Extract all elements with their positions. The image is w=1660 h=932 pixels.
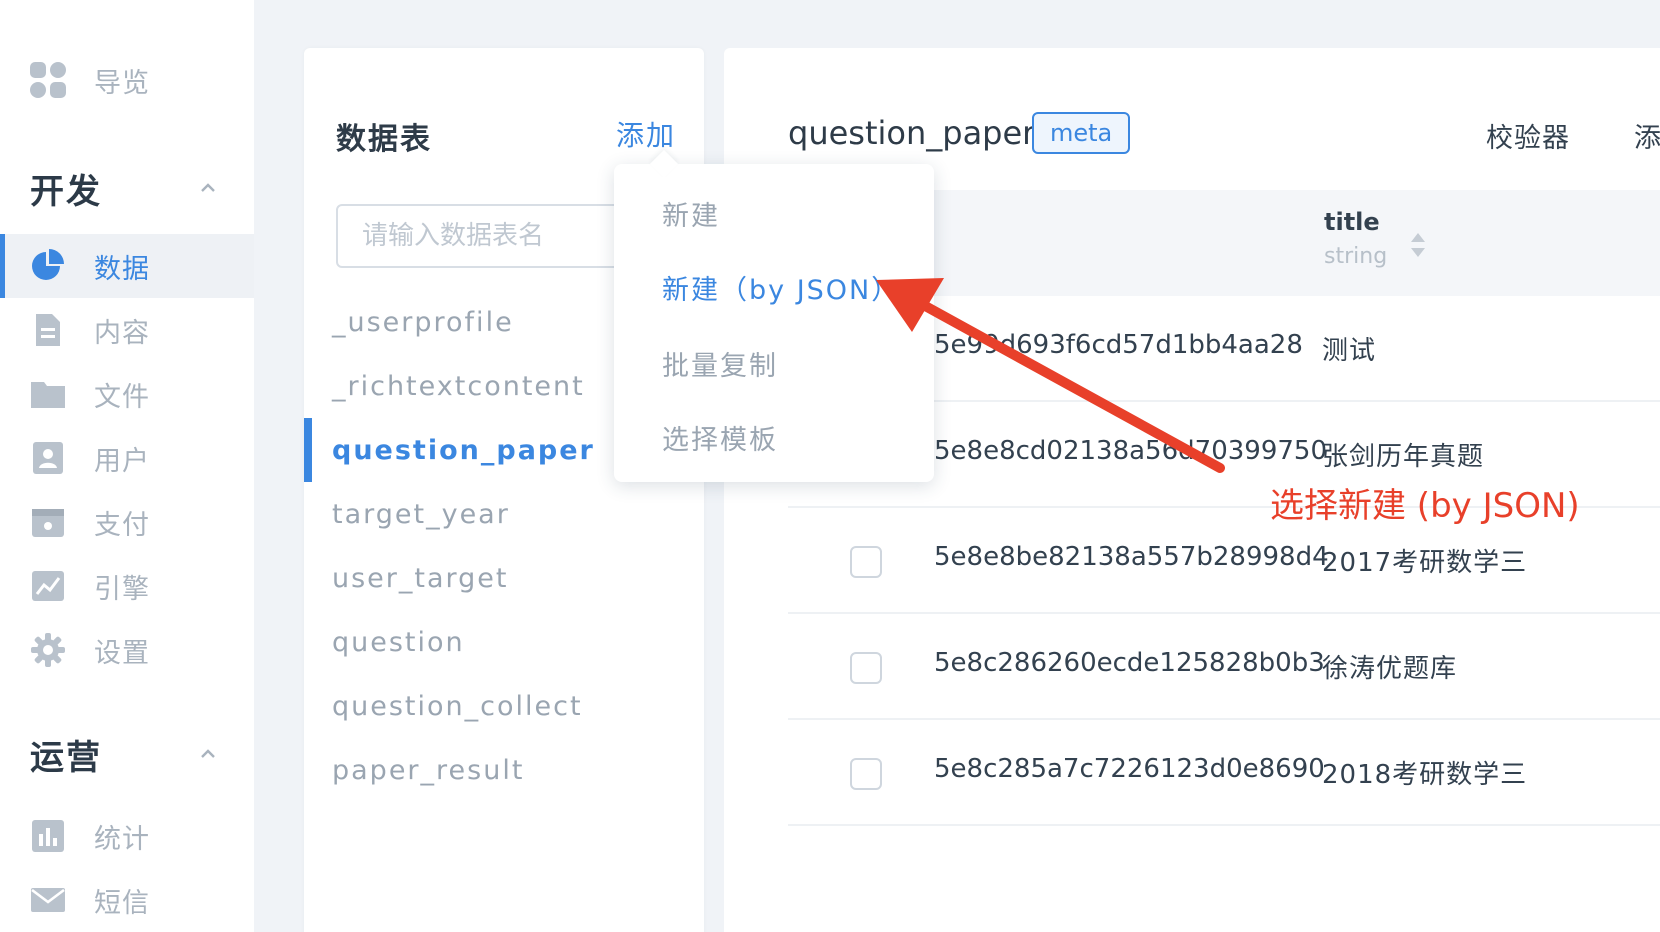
row-title: 2017考研数学三: [1322, 548, 1528, 578]
table-item[interactable]: question_collect: [304, 674, 704, 738]
menu-item-batch-copy[interactable]: 批量复制: [662, 344, 778, 383]
row-id: 5e99d693f6cd57d1bb4aa28: [934, 330, 1303, 360]
nav-engine[interactable]: 引擎: [0, 554, 254, 618]
column-title-type: string: [1324, 244, 1388, 269]
row-checkbox[interactable]: [850, 546, 882, 578]
annotation-text: 选择新建 (by JSON): [1270, 486, 1580, 526]
nav-data[interactable]: 数据: [0, 234, 254, 298]
table-title: question_paper: [788, 114, 1036, 152]
nav-users-label: 用户: [94, 445, 150, 477]
nav-overview[interactable]: 导览: [0, 48, 254, 112]
nav-stats[interactable]: 统计: [0, 804, 254, 868]
validator-button[interactable]: 校验器: [1486, 116, 1570, 155]
row-id: 5e8e8cd02138a56d70399750: [934, 436, 1327, 466]
tables-panel-title: 数据表: [336, 122, 432, 157]
nav-sms[interactable]: 短信: [0, 868, 254, 932]
row-title: 测试: [1322, 336, 1377, 366]
table-item[interactable]: user_target: [304, 546, 704, 610]
nav-content[interactable]: 内容: [0, 298, 254, 362]
nav-content-label: 内容: [94, 317, 150, 349]
table-row[interactable]: 5e8c285a7c7226123d0e8690 2018考研数学三: [788, 720, 1660, 826]
nav-engine-label: 引擎: [94, 573, 150, 605]
row-checkbox[interactable]: [850, 652, 882, 684]
sort-icon[interactable]: [1408, 230, 1428, 260]
pie-chart-icon: [30, 248, 66, 284]
folder-icon: [30, 376, 66, 412]
table-row[interactable]: 5e8c286260ecde125828b0b3 徐涛优题库: [788, 614, 1660, 720]
nav-payment-label: 支付: [94, 509, 150, 541]
nav-overview-label: 导览: [94, 67, 150, 99]
line-chart-icon: [30, 568, 66, 604]
nav-payment[interactable]: 支付: [0, 490, 254, 554]
nav-data-label: 数据: [94, 253, 150, 285]
row-id: 5e8c286260ecde125828b0b3: [934, 648, 1325, 678]
table-item[interactable]: paper_result: [304, 738, 704, 802]
nav-stats-label: 统计: [94, 823, 150, 855]
add-record-button[interactable]: 添: [1634, 116, 1660, 155]
add-dropdown-menu: 新建 新建（by JSON） 批量复制 选择模板: [614, 164, 934, 482]
row-id: 5e8e8be82138a557b28998d4: [934, 542, 1329, 572]
nav-settings[interactable]: 设置: [0, 618, 254, 682]
add-table-button[interactable]: 添加: [616, 114, 676, 154]
row-checkbox[interactable]: [850, 758, 882, 790]
row-title: 2018考研数学三: [1322, 760, 1528, 790]
table-item[interactable]: question: [304, 610, 704, 674]
gear-icon: [30, 632, 66, 668]
nav-sms-label: 短信: [94, 887, 150, 919]
section-dev-title[interactable]: 开发: [30, 164, 102, 213]
row-title: 徐涛优题库: [1322, 654, 1458, 684]
nav-settings-label: 设置: [94, 637, 150, 669]
mail-icon: [30, 882, 66, 918]
document-icon: [30, 312, 66, 348]
nav-files[interactable]: 文件: [0, 362, 254, 426]
menu-item-new[interactable]: 新建: [662, 194, 720, 233]
column-title-name[interactable]: title: [1324, 208, 1380, 236]
nav-users[interactable]: 用户: [0, 426, 254, 490]
section-ops-title[interactable]: 运营: [30, 730, 102, 779]
meta-badge[interactable]: meta: [1032, 112, 1131, 154]
menu-item-choose-template[interactable]: 选择模板: [662, 418, 778, 457]
wallet-icon: [30, 504, 66, 540]
chevron-up-icon[interactable]: [198, 178, 218, 198]
row-id: 5e8c285a7c7226123d0e8690: [934, 754, 1325, 784]
grid-icon: [30, 62, 66, 98]
user-card-icon: [30, 440, 66, 476]
bar-chart-icon: [30, 818, 66, 854]
nav-files-label: 文件: [94, 381, 150, 413]
sidebar: 导览 开发 数据 内容 文件 用户 支付 引擎 设置 运营 统计 短信: [0, 0, 254, 932]
row-title: 张剑历年真题: [1322, 442, 1485, 472]
chevron-up-icon[interactable]: [198, 744, 218, 764]
table-item[interactable]: target_year: [304, 482, 704, 546]
menu-item-new-by-json[interactable]: 新建（by JSON）: [662, 268, 900, 307]
